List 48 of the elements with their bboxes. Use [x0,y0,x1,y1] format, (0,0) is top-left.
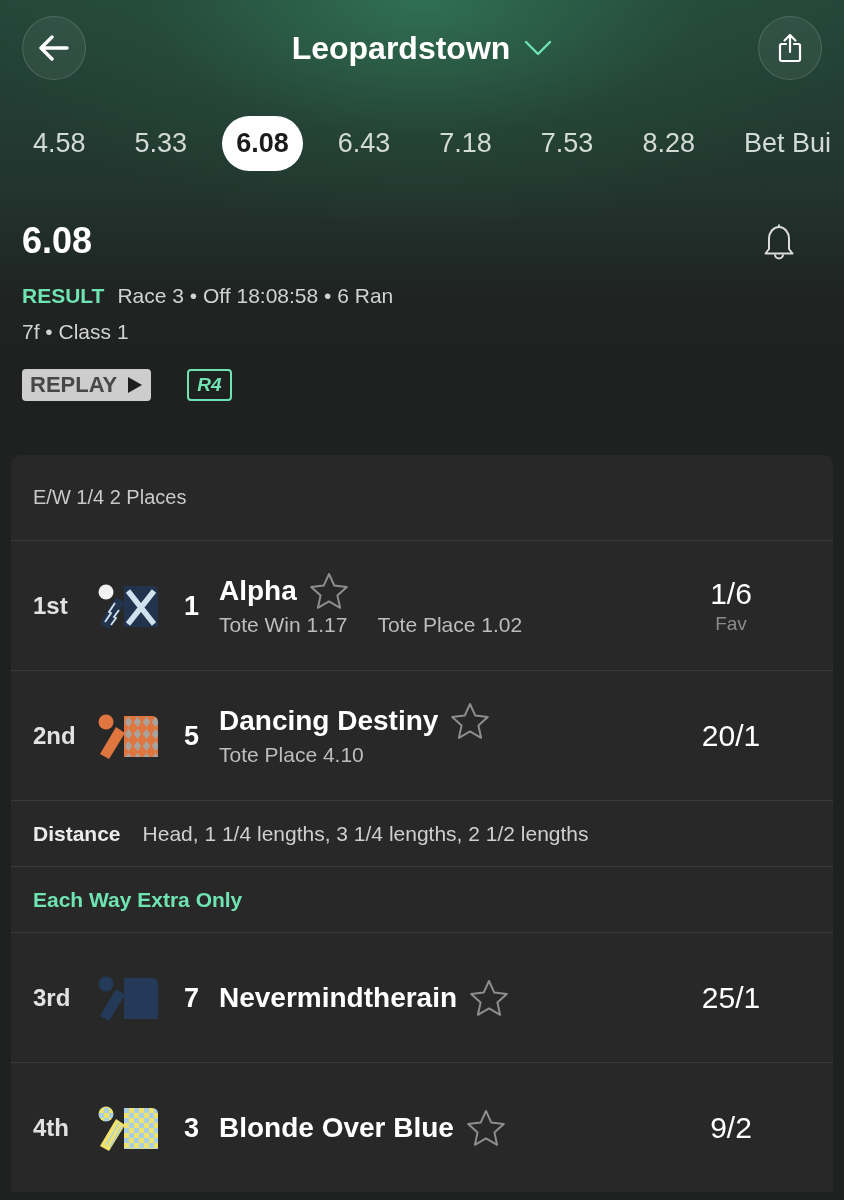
share-icon [778,33,802,63]
star-icon[interactable] [450,701,491,740]
each-way-terms: E/W 1/4 2 Places [32,485,188,510]
race-time-tab[interactable]: 6.43 [323,116,405,171]
favourite-label: Fav [715,611,747,636]
race-time-tab[interactable]: Bet Bui [729,116,844,171]
tote-dividend: Tote Place 1.02 [377,611,523,638]
back-arrow-icon [39,35,69,61]
finish-position: 1st [33,590,69,621]
horse-name: Blonde Over Blue [219,1110,454,1145]
result-status: RESULT [22,283,105,309]
race-time-tab[interactable]: 6.08 [222,116,303,171]
odds-price: 9/2 [710,1109,752,1146]
race-time-tab[interactable]: 7.18 [425,116,506,171]
horse-name: Alpha [219,573,297,608]
runner-number: 5 [184,719,201,753]
channel-badge: R4 [187,369,232,401]
finish-position: 4th [33,1112,70,1143]
odds-price: 20/1 [701,717,761,754]
race-time-tab[interactable]: 7.53 [526,116,608,171]
race-time-tab[interactable]: 4.58 [19,116,100,171]
race-title: 6.08 [22,219,93,263]
venue-dropdown[interactable]: Leopardstown [291,28,553,68]
finish-position: 2nd [33,720,77,751]
chevron-down-icon [524,40,553,56]
star-icon[interactable] [308,571,349,610]
star-icon[interactable] [465,1108,506,1147]
race-details: Race 3 • Off 18:08:58 • 6 Ran [117,283,394,309]
tote-dividend: Tote Place 4.10 [219,741,364,768]
runner-number: 7 [184,981,201,1015]
race-time-tab[interactable]: 8.28 [628,116,709,171]
replay-button[interactable]: REPLAY [22,369,152,401]
odds-price: 1/6 [710,575,752,612]
bell-icon[interactable] [763,222,795,260]
finish-position: 3rd [33,982,72,1013]
star-icon[interactable] [469,978,510,1017]
race-time-tab[interactable]: 5.33 [120,116,202,171]
horse-name: Dancing Destiny [219,703,439,738]
horse-name: Nevermindtherain [219,980,458,1015]
play-icon [127,376,144,394]
tote-dividend: Tote Win 1.17 [219,611,348,638]
runner-number: 1 [184,589,201,623]
race-conditions: 7f • Class 1 [22,319,129,345]
distance-label: Distance [33,820,121,847]
section-heading: Each Way Extra Only [33,886,243,913]
runner-number: 3 [184,1111,201,1145]
odds-price: 25/1 [701,979,761,1016]
distance-value: Head, 1 1/4 lengths, 3 1/4 lengths, 2 1/2 lengths [142,820,589,847]
